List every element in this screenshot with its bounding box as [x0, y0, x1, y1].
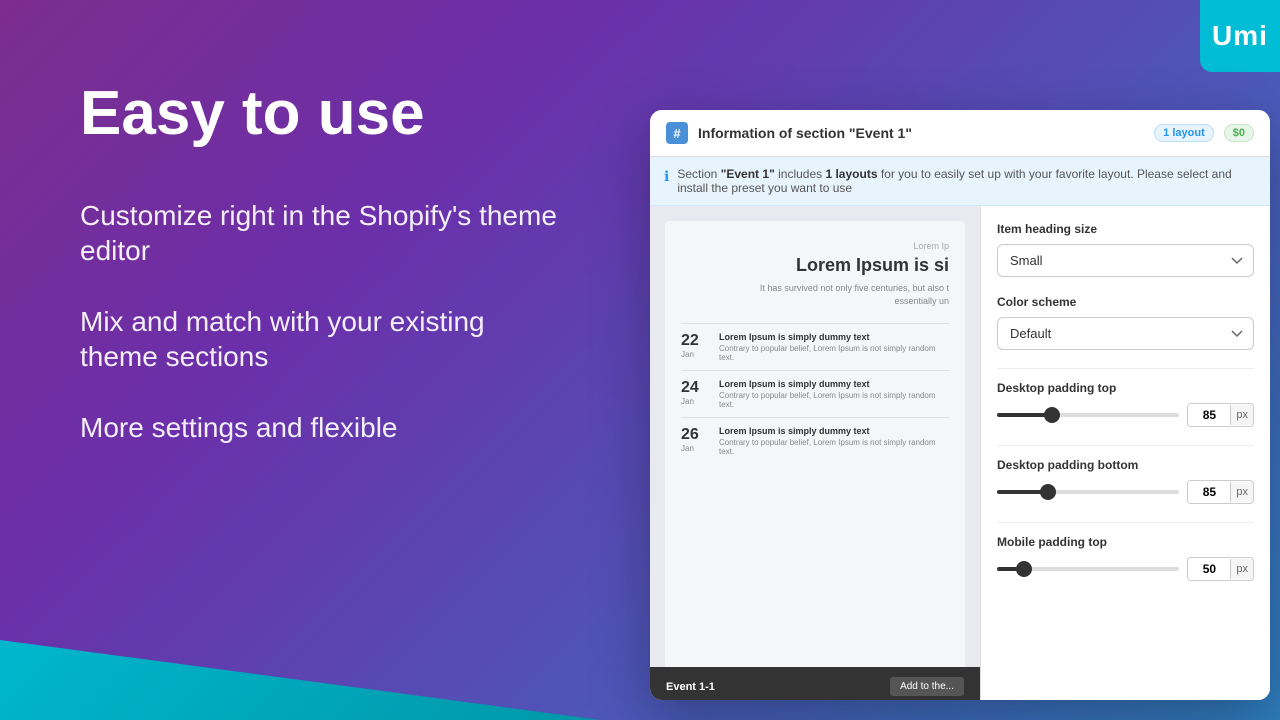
- mobile-padding-top-thumb[interactable]: [1016, 561, 1032, 577]
- settings-pane: Item heading size Small Medium Large Col…: [980, 206, 1270, 700]
- mobile-padding-top-track[interactable]: [997, 567, 1179, 571]
- modal-title: Information of section "Event 1": [698, 125, 1144, 141]
- modal-header: # Information of section "Event 1" 1 lay…: [650, 110, 1270, 157]
- desktop-padding-top-track[interactable]: [997, 413, 1179, 417]
- main-title: Easy to use: [80, 80, 560, 148]
- event-row-3: 26 Jan Lorem Ipsum is simply dummy text …: [681, 417, 949, 464]
- badge-price: $0: [1224, 124, 1254, 142]
- mobile-padding-top-input-wrap: px: [1187, 557, 1254, 581]
- preview-pane: Lorem Ip Lorem Ipsum is si It has surviv…: [650, 206, 980, 700]
- feature-item-1: Customize right in the Shopify's theme e…: [80, 198, 560, 268]
- badge-layout: 1 layout: [1154, 124, 1214, 142]
- heading-size-select[interactable]: Small Medium Large: [997, 244, 1254, 277]
- divider-3: [997, 522, 1254, 523]
- desktop-padding-top-input-wrap: px: [1187, 403, 1254, 427]
- heading-size-group: Item heading size Small Medium Large: [997, 222, 1254, 277]
- info-icon: ℹ: [664, 168, 669, 185]
- desktop-padding-bottom-slider-row: px: [997, 480, 1254, 504]
- desktop-padding-top-slider-row: px: [997, 403, 1254, 427]
- desktop-padding-bottom-input-wrap: px: [1187, 480, 1254, 504]
- preview-event-label: Event 1-1: [666, 681, 715, 693]
- divider-2: [997, 445, 1254, 446]
- feature-list: Customize right in the Shopify's theme e…: [80, 198, 560, 445]
- event-info-1: Lorem Ipsum is simply dummy text Contrar…: [719, 332, 949, 362]
- left-panel: Easy to use Customize right in the Shopi…: [0, 0, 620, 720]
- event-date-3: 26 Jan: [681, 426, 709, 456]
- color-scheme-label: Color scheme: [997, 295, 1254, 309]
- desktop-padding-bottom-group: Desktop padding bottom px: [997, 458, 1254, 504]
- heading-size-label: Item heading size: [997, 222, 1254, 236]
- desktop-padding-top-group: Desktop padding top px: [997, 381, 1254, 427]
- modal-hash-icon: #: [666, 122, 688, 144]
- mobile-padding-top-label: Mobile padding top: [997, 535, 1254, 549]
- feature-item-2: Mix and match with your existing theme s…: [80, 304, 560, 374]
- preview-bottom-bar: Event 1-1 Add to the...: [650, 667, 980, 700]
- umi-logo: Umi: [1200, 0, 1280, 72]
- desktop-padding-bottom-track[interactable]: [997, 490, 1179, 494]
- info-text: Section "Event 1" includes 1 layouts for…: [677, 167, 1256, 195]
- add-to-button[interactable]: Add to the...: [890, 677, 964, 696]
- divider-1: [997, 368, 1254, 369]
- feature-item-3: More settings and flexible: [80, 410, 560, 445]
- desktop-padding-top-thumb[interactable]: [1044, 407, 1060, 423]
- mobile-padding-top-unit: px: [1230, 559, 1253, 579]
- event-info-2: Lorem Ipsum is simply dummy text Contrar…: [719, 379, 949, 409]
- mobile-padding-top-slider-row: px: [997, 557, 1254, 581]
- preview-lorem-small: Lorem Ip: [681, 241, 949, 251]
- event-row-2: 24 Jan Lorem Ipsum is simply dummy text …: [681, 370, 949, 417]
- desktop-padding-top-label: Desktop padding top: [997, 381, 1254, 395]
- modal-section-name: "Event 1": [849, 125, 912, 141]
- desktop-padding-bottom-unit: px: [1230, 482, 1253, 502]
- ui-modal-panel: # Information of section "Event 1" 1 lay…: [650, 110, 1270, 700]
- event-info-3: Lorem Ipsum is simply dummy text Contrar…: [719, 426, 949, 456]
- desktop-padding-bottom-input[interactable]: [1188, 481, 1230, 503]
- modal-content: Lorem Ip Lorem Ipsum is si It has surviv…: [650, 206, 1270, 700]
- event-date-2: 24 Jan: [681, 379, 709, 409]
- event-date-1: 22 Jan: [681, 332, 709, 362]
- mobile-padding-top-input[interactable]: [1188, 558, 1230, 580]
- desktop-padding-bottom-label: Desktop padding bottom: [997, 458, 1254, 472]
- preview-subtext: It has survived not only five centuries,…: [681, 282, 949, 307]
- mobile-padding-top-group: Mobile padding top px: [997, 535, 1254, 581]
- color-scheme-group: Color scheme Default Dark Light: [997, 295, 1254, 350]
- umi-logo-text: Umi: [1212, 20, 1268, 52]
- event-row-1: 22 Jan Lorem Ipsum is simply dummy text …: [681, 323, 949, 370]
- desktop-padding-top-unit: px: [1230, 405, 1253, 425]
- preview-inner: Lorem Ip Lorem Ipsum is si It has surviv…: [665, 221, 965, 691]
- color-scheme-select[interactable]: Default Dark Light: [997, 317, 1254, 350]
- desktop-padding-bottom-thumb[interactable]: [1040, 484, 1056, 500]
- info-bar: ℹ Section "Event 1" includes 1 layouts f…: [650, 157, 1270, 206]
- desktop-padding-top-input[interactable]: [1188, 404, 1230, 426]
- preview-heading: Lorem Ipsum is si: [681, 255, 949, 276]
